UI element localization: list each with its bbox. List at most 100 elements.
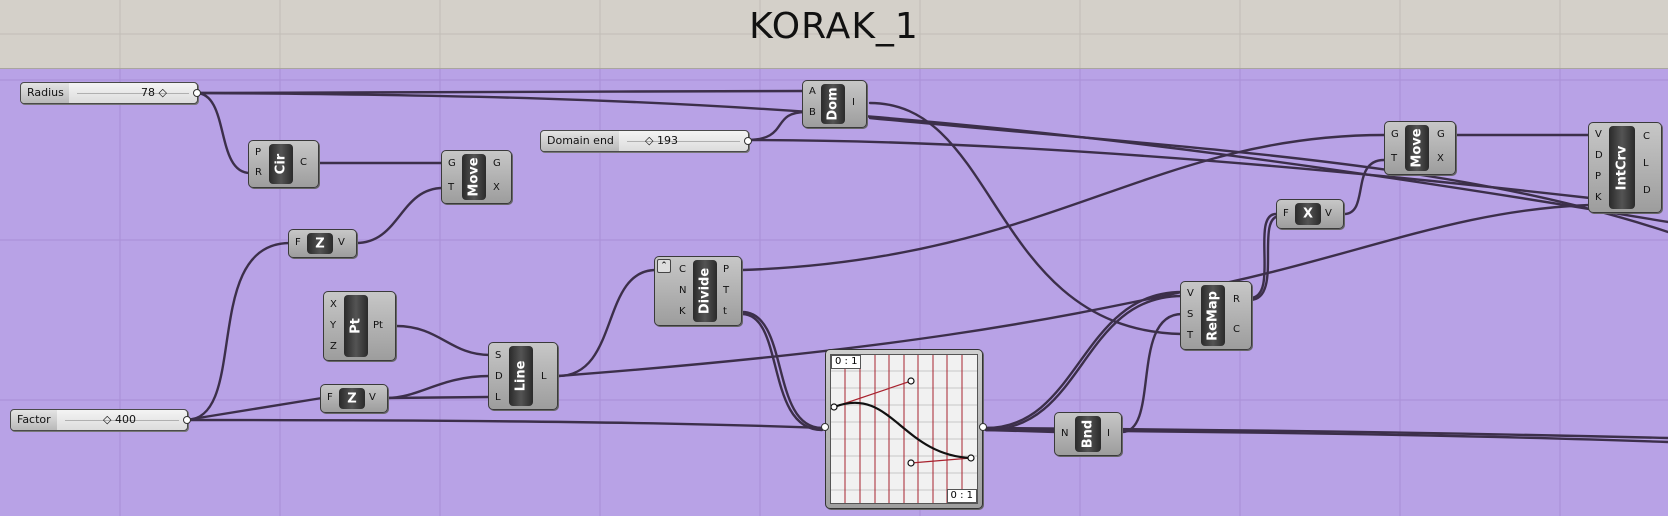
move1-output-x[interactable]: X xyxy=(493,182,500,194)
graph-mapper[interactable]: 0 : 1 0 : 1 xyxy=(821,349,987,509)
move2-core[interactable]: Move xyxy=(1405,125,1429,171)
wire-radius-circle xyxy=(194,91,252,175)
factor-output-port[interactable] xyxy=(183,416,191,424)
factor-slider[interactable]: Factor ◇ 400 xyxy=(10,409,191,431)
circle-output-c[interactable]: C xyxy=(300,157,307,169)
unitx-input-f[interactable]: F xyxy=(1283,208,1289,220)
divide-output-t[interactable]: T xyxy=(723,285,729,297)
circle-name: Cir xyxy=(273,153,289,175)
line-component[interactable]: S D L Line L xyxy=(488,342,558,410)
move2-name: Move xyxy=(1409,128,1425,168)
line-core[interactable]: Line xyxy=(509,346,533,406)
move1-input-g[interactable]: G xyxy=(448,158,456,170)
graph-mapper-output-port[interactable] xyxy=(979,423,987,431)
divide-input-n[interactable]: N xyxy=(679,285,686,297)
unitz1-input-f[interactable]: F xyxy=(295,237,301,249)
domain-end-slider-track[interactable] xyxy=(619,131,748,151)
remap-core[interactable]: ReMap xyxy=(1201,285,1225,346)
point-input-z[interactable]: Z xyxy=(330,341,337,353)
circle-input-p[interactable]: P xyxy=(255,147,261,159)
radius-slider-label: Radius xyxy=(21,83,71,103)
move2-input-t[interactable]: T xyxy=(1391,153,1397,165)
graph-mapper-input-port[interactable] xyxy=(821,423,829,431)
bounds-output-i[interactable]: I xyxy=(1107,428,1110,440)
unit-x-component[interactable]: F X V xyxy=(1276,199,1344,229)
line-input-s[interactable]: S xyxy=(495,350,501,362)
remap-output-r[interactable]: R xyxy=(1233,294,1240,306)
domain-end-output-port[interactable] xyxy=(744,137,752,145)
divide-core[interactable]: Divide xyxy=(693,260,717,322)
divide-name: Divide xyxy=(697,267,713,315)
move1-name: Move xyxy=(466,157,482,197)
point-component[interactable]: X Y Z Pt Pt xyxy=(323,291,396,361)
divide-output-p[interactable]: P xyxy=(723,264,729,276)
line-input-l[interactable]: L xyxy=(495,392,501,404)
circle-core[interactable]: Cir xyxy=(269,144,293,184)
point-output-pt[interactable]: Pt xyxy=(373,320,383,332)
circle-component[interactable]: P R Cir C xyxy=(248,140,319,188)
remap-output-c[interactable]: C xyxy=(1233,324,1240,336)
domain-name: Dom xyxy=(825,87,841,121)
point-core[interactable]: Pt xyxy=(344,295,368,357)
graph-point-end xyxy=(967,454,975,462)
divide-input-k[interactable]: K xyxy=(679,306,686,318)
unit-z-component-2[interactable]: F Z V xyxy=(320,384,388,413)
intcrv-input-k[interactable]: K xyxy=(1595,192,1602,204)
circle-input-r[interactable]: R xyxy=(255,167,262,179)
factor-slider-label: Factor xyxy=(11,410,58,430)
domain-core[interactable]: Dom xyxy=(821,84,845,124)
bounds-input-n[interactable]: N xyxy=(1061,428,1068,440)
remap-input-s[interactable]: S xyxy=(1187,309,1193,321)
unitz2-input-f[interactable]: F xyxy=(327,392,333,404)
move2-output-g[interactable]: G xyxy=(1437,129,1445,141)
intcrv-input-p[interactable]: P xyxy=(1595,171,1601,183)
unitx-output-v[interactable]: V xyxy=(1325,208,1332,220)
remap-component[interactable]: V S T ReMap R C xyxy=(1180,281,1252,350)
radius-output-port[interactable] xyxy=(193,89,201,97)
unitz1-output-v[interactable]: V xyxy=(338,237,345,249)
domain-input-a[interactable]: A xyxy=(809,86,816,98)
move2-output-x[interactable]: X xyxy=(1437,153,1444,165)
bounds-name: Bnd xyxy=(1080,419,1096,449)
move-component-1[interactable]: G T Move G X xyxy=(441,150,512,204)
unitz2-output-v[interactable]: V xyxy=(369,392,376,404)
move2-input-g[interactable]: G xyxy=(1391,129,1399,141)
graph-mapper-area[interactable]: 0 : 1 0 : 1 xyxy=(830,354,978,504)
bounds-component[interactable]: N Bnd I xyxy=(1054,412,1122,456)
radius-slider-track[interactable] xyxy=(69,83,197,103)
point-name: Pt xyxy=(348,318,364,334)
move1-core[interactable]: Move xyxy=(462,154,486,200)
intcrv-core[interactable]: IntCrv xyxy=(1609,126,1635,209)
unitz1-core[interactable]: Z xyxy=(307,233,333,254)
intcrv-input-v[interactable]: V xyxy=(1595,129,1602,141)
intcrv-component[interactable]: V D P K IntCrv C L D xyxy=(1588,122,1662,213)
remap-name: ReMap xyxy=(1205,290,1221,341)
intcrv-output-c[interactable]: C xyxy=(1643,131,1650,143)
point-input-x[interactable]: X xyxy=(330,299,337,311)
unit-z-component-1[interactable]: F Z V xyxy=(288,229,357,258)
unitx-core[interactable]: X xyxy=(1295,203,1321,225)
intcrv-output-l[interactable]: L xyxy=(1643,158,1649,170)
domain-output-i[interactable]: I xyxy=(852,97,855,109)
remap-input-t[interactable]: T xyxy=(1187,330,1193,342)
move1-output-g[interactable]: G xyxy=(493,158,501,170)
divide-component[interactable]: ⌃ C N K Divide P T t xyxy=(654,256,742,326)
intcrv-input-d[interactable]: D xyxy=(1595,150,1603,162)
point-input-y[interactable]: Y xyxy=(330,320,336,332)
domain-end-slider[interactable]: Domain end ◇ 193 xyxy=(540,130,752,152)
divide-output-t-lower[interactable]: t xyxy=(723,306,727,318)
expand-icon[interactable]: ⌃ xyxy=(657,259,671,273)
intcrv-output-d[interactable]: D xyxy=(1643,185,1651,197)
divide-input-c[interactable]: C xyxy=(679,264,686,276)
move-component-2[interactable]: G T Move G X xyxy=(1384,121,1456,175)
remap-input-v[interactable]: V xyxy=(1187,288,1194,300)
line-input-d[interactable]: D xyxy=(495,371,503,383)
domain-component[interactable]: A B Dom I xyxy=(802,80,867,128)
line-name: Line xyxy=(513,360,529,392)
unitz2-core[interactable]: Z xyxy=(339,388,365,409)
move1-input-t[interactable]: T xyxy=(448,182,454,194)
line-output-l[interactable]: L xyxy=(541,371,547,383)
bounds-core[interactable]: Bnd xyxy=(1075,416,1101,452)
domain-input-b[interactable]: B xyxy=(809,107,816,119)
radius-slider[interactable]: Radius 78 ◇ xyxy=(20,82,201,104)
